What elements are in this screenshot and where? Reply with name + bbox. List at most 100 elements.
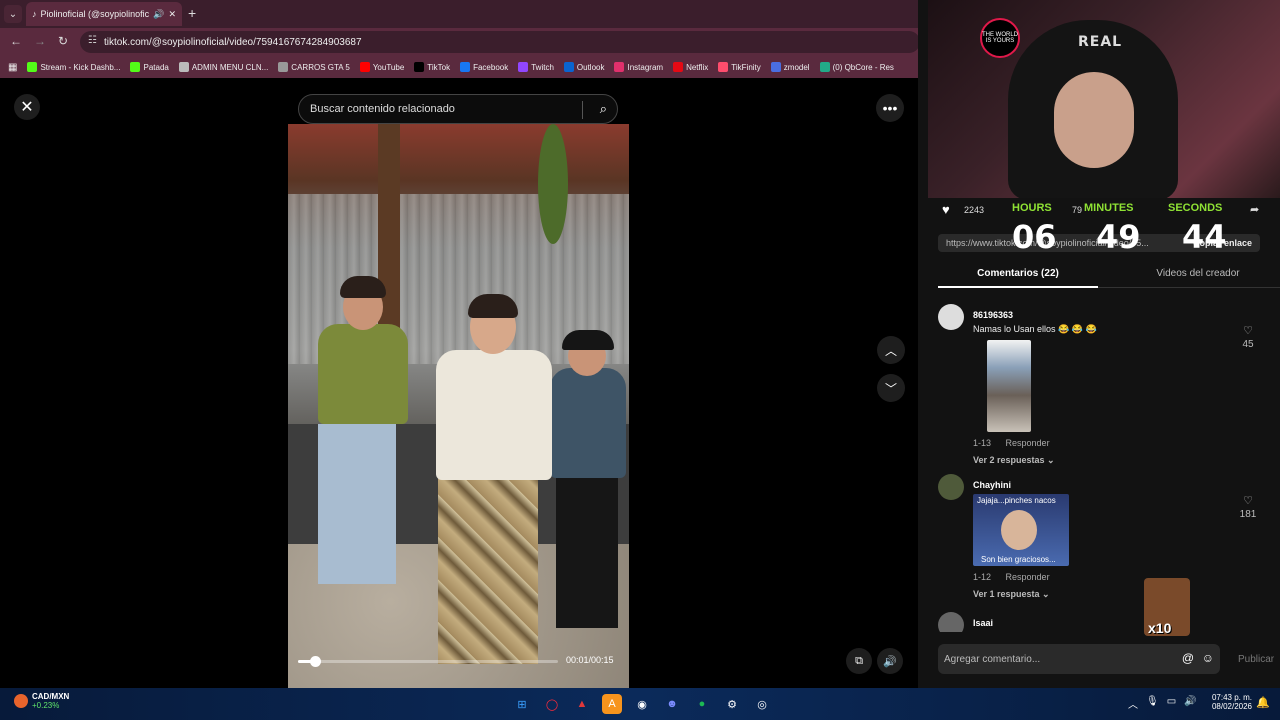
comment-username[interactable]: Isaai bbox=[973, 618, 993, 628]
bookmark-item[interactable]: Outlook bbox=[563, 62, 604, 72]
tray-chevron-icon[interactable]: ︿ bbox=[1128, 696, 1138, 711]
browser-tab[interactable]: ♪ Piolinoficial (@soypiolinofic 🔊 ✕ bbox=[26, 2, 182, 26]
search-icon[interactable]: ⌕ bbox=[600, 101, 607, 117]
steam-icon[interactable]: ⚙ bbox=[722, 694, 742, 714]
clock-time: 07:43 p. m. bbox=[1211, 693, 1252, 702]
avatar[interactable] bbox=[938, 304, 964, 330]
bookmark-item[interactable]: Patada bbox=[130, 62, 169, 72]
comment-list: 86196363 Namas lo Usan ellos 😂 😂 😂 1-13 … bbox=[938, 300, 1280, 632]
bookmark-item[interactable]: Stream - Kick Dashb... bbox=[27, 62, 120, 72]
adobe-icon[interactable]: ▲ bbox=[572, 694, 592, 714]
volume-icon: 🔊 bbox=[883, 655, 897, 668]
bookmark-item[interactable]: Instagram bbox=[614, 62, 663, 72]
bookmark-label: Instagram bbox=[627, 62, 664, 72]
app-orange-icon[interactable]: A bbox=[602, 694, 622, 714]
bookmark-item[interactable]: Facebook bbox=[460, 62, 508, 72]
previous-video-button[interactable]: ︿ bbox=[877, 336, 905, 364]
tab-comments[interactable]: Comentarios (22) bbox=[938, 264, 1098, 288]
apps-grid-icon[interactable]: ▦ bbox=[8, 62, 17, 73]
windows-start-icon[interactable]: ⊞ bbox=[512, 694, 532, 714]
clock-date: 08/02/2026 bbox=[1211, 702, 1252, 711]
bookmark-favicon-icon bbox=[819, 62, 830, 72]
taskbar: CAD/MXN +0.23% ⊞ ◯ ▲ A ◉ ☻ ● ⚙ ◎ ︿ 🎙 ▭ 🔊… bbox=[0, 688, 1280, 720]
comment-like[interactable]: ♡ 181 bbox=[1238, 494, 1258, 520]
tab-search-button[interactable]: ⌄ bbox=[4, 5, 22, 23]
speaker-icon[interactable]: 🔊 bbox=[153, 9, 164, 20]
bookmark-item[interactable]: TikFinity bbox=[718, 62, 761, 72]
webcam-logo: THE WORLD IS YOURS bbox=[980, 18, 1020, 58]
heart-outline-icon: ♡ bbox=[1243, 325, 1253, 337]
comment-meme-image[interactable]: Jajaja...pinches nacos Son bien gracioso… bbox=[973, 494, 1069, 566]
like-heart-icon[interactable]: ♥ bbox=[942, 202, 950, 217]
bookmark-item[interactable]: ADMIN MENU CLN... bbox=[178, 62, 268, 72]
publish-button[interactable]: Publicar bbox=[1238, 654, 1274, 665]
obs-icon[interactable]: ◎ bbox=[752, 694, 772, 714]
webcam-cap-text: REAL bbox=[1078, 34, 1123, 50]
mention-icon[interactable]: @ bbox=[1182, 651, 1194, 665]
bookmark-item[interactable]: CARROS GTA 5 bbox=[278, 62, 350, 72]
url-field[interactable]: ☷ tiktok.com/@soypiolinoficial/video/759… bbox=[80, 31, 920, 53]
bookmark-item[interactable]: Netflix bbox=[673, 62, 708, 72]
tab-creator-videos[interactable]: Videos del creador bbox=[1118, 264, 1278, 288]
avatar[interactable] bbox=[938, 612, 964, 632]
network-icon[interactable]: ▭ bbox=[1167, 696, 1176, 711]
taskbar-clock[interactable]: 07:43 p. m. 08/02/2026 bbox=[1208, 693, 1252, 711]
bookmark-favicon-icon bbox=[718, 62, 729, 72]
bookmark-item[interactable]: zmodel bbox=[770, 62, 810, 72]
taskbar-apps: ⊞ ◯ ▲ A ◉ ☻ ● ⚙ ◎ bbox=[512, 694, 772, 714]
emoji-icon[interactable]: ☺ bbox=[1202, 651, 1214, 665]
microphone-icon[interactable]: 🎙 bbox=[1146, 696, 1159, 711]
comments-panel: THE WORLD IS YOURS REAL ♥ 2243 79 ➦ http… bbox=[918, 0, 1280, 688]
comment-image[interactable] bbox=[987, 340, 1031, 432]
comment-input[interactable]: Agregar comentario... @ ☺ bbox=[938, 644, 1220, 674]
search-divider bbox=[582, 101, 583, 119]
video-player[interactable] bbox=[288, 124, 629, 688]
view-replies-button[interactable]: Ver 1 respuesta ⌄ bbox=[973, 589, 1050, 600]
bookmark-item[interactable]: TikTok bbox=[414, 62, 450, 72]
bookmark-favicon-icon bbox=[518, 62, 529, 72]
avatar[interactable] bbox=[938, 474, 964, 500]
bookmark-favicon-icon bbox=[359, 62, 370, 72]
bookmark-item[interactable]: (0) QbCore - Res bbox=[819, 62, 894, 72]
back-icon[interactable]: ← bbox=[10, 34, 22, 48]
bookmark-item[interactable]: Twitch bbox=[518, 62, 554, 72]
bookmark-item[interactable]: YouTube bbox=[359, 62, 404, 72]
spotify-icon[interactable]: ● bbox=[692, 694, 712, 714]
comment-like[interactable]: ♡ 45 bbox=[1238, 324, 1258, 350]
comment-like-count: 181 bbox=[1239, 509, 1257, 520]
speaker-icon[interactable]: 🔊 bbox=[1184, 696, 1196, 711]
comment-meta: 1-13 Responder bbox=[973, 438, 1050, 448]
new-tab-button[interactable]: + bbox=[188, 5, 196, 21]
volume-button[interactable]: 🔊 bbox=[877, 648, 903, 674]
forward-icon[interactable]: → bbox=[34, 34, 46, 48]
reply-button[interactable]: Responder bbox=[1006, 438, 1050, 448]
bookmark-label: TikTok bbox=[427, 62, 451, 72]
reply-button[interactable]: Responder bbox=[1006, 572, 1050, 582]
comment-item: 86196363 Namas lo Usan ellos 😂 😂 😂 1-13 … bbox=[938, 304, 1258, 474]
view-replies-button[interactable]: Ver 2 respuestas ⌄ bbox=[973, 455, 1055, 466]
site-info-icon[interactable]: ☷ bbox=[88, 35, 97, 46]
close-viewer-button[interactable]: ✕ bbox=[14, 94, 40, 120]
comment-username[interactable]: Chayhini bbox=[973, 480, 1011, 490]
discord-icon[interactable]: ☻ bbox=[662, 694, 682, 714]
bookmark-label: (0) QbCore - Res bbox=[832, 62, 894, 72]
share-arrow-icon[interactable]: ➦ bbox=[1250, 203, 1259, 216]
meme-bottom-text: Son bien graciosos... bbox=[981, 555, 1056, 564]
more-options-button[interactable]: ••• bbox=[876, 94, 904, 122]
reload-icon[interactable]: ↻ bbox=[58, 34, 68, 48]
opera-icon[interactable]: ◯ bbox=[542, 694, 562, 714]
close-tab-icon[interactable]: ✕ bbox=[168, 9, 176, 20]
picture-in-picture-button[interactable]: ⧉ bbox=[846, 648, 872, 674]
comment-username[interactable]: 86196363 bbox=[973, 310, 1013, 320]
chrome-icon[interactable]: ◉ bbox=[632, 694, 652, 714]
bookmark-label: Patada bbox=[143, 62, 169, 72]
currency-widget[interactable]: CAD/MXN +0.23% bbox=[14, 692, 69, 710]
related-search-input[interactable]: Buscar contenido relacionado ⌕ bbox=[298, 94, 618, 124]
video-progress-bar[interactable] bbox=[298, 656, 558, 667]
reaction-overlay: x10 bbox=[1144, 578, 1190, 636]
next-video-button[interactable]: ﹀ bbox=[877, 374, 905, 402]
bookmark-label: Twitch bbox=[531, 62, 554, 72]
notification-bell-icon[interactable]: 🔔 bbox=[1256, 696, 1270, 709]
bookmark-favicon-icon bbox=[178, 62, 189, 72]
bookmark-label: zmodel bbox=[783, 62, 810, 72]
